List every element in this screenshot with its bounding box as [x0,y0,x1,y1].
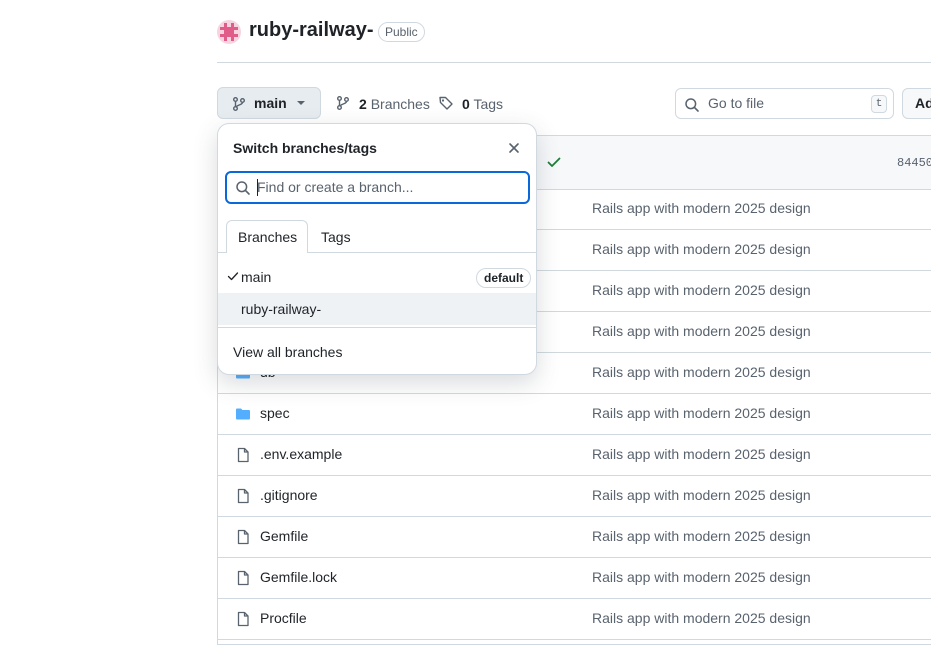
branches-label: Branches [370,96,430,112]
dropdown-title: Switch branches/tags [233,140,377,156]
file-icon [237,611,249,627]
commit-message[interactable]: Rails app with modern 2025 design [592,528,811,544]
file-icon [237,529,249,545]
branch-selector-label: main [254,95,287,111]
file-name[interactable]: .gitignore [260,487,318,503]
repo-owner-avatar[interactable] [217,20,241,44]
branch-item-main[interactable]: main default [218,261,536,293]
tab-tags[interactable]: Tags [321,229,351,245]
add-file-label: Ad [915,95,931,111]
branches-link[interactable]: 2 Branches [359,94,430,114]
commit-message[interactable]: Rails app with modern 2025 design [592,487,811,503]
file-name[interactable]: Procfile [260,610,307,626]
tab-branches-label: Branches [238,229,298,245]
close-icon[interactable] [502,136,526,160]
go-to-file-placeholder: Go to file [708,95,765,111]
file-icon [237,570,249,586]
search-icon [236,181,250,195]
commit-message[interactable]: Rails app with modern 2025 design [592,610,811,626]
text-cursor [257,179,258,196]
file-name[interactable]: spec [260,405,290,421]
search-icon [685,98,699,112]
file-name[interactable]: Gemfile.lock [260,569,337,585]
commit-message[interactable]: Rails app with modern 2025 design [592,200,811,216]
table-row[interactable]: Gemfile Rails app with modern 2025 design [218,517,931,558]
view-all-branches-link[interactable]: View all branches [233,344,342,360]
table-row[interactable]: .env.example Rails app with modern 2025 d… [218,435,931,476]
commit-message[interactable]: Rails app with modern 2025 design [592,364,811,380]
caret-down-icon [297,101,305,105]
default-badge: default [476,268,532,288]
commit-message[interactable]: Rails app with modern 2025 design [592,446,811,462]
commit-message[interactable]: Rails app with modern 2025 design [592,405,811,421]
commit-message[interactable]: Rails app with modern 2025 design [592,282,811,298]
file-icon [237,488,249,504]
branch-name: main [241,269,272,285]
shortcut-key: t [871,95,887,113]
table-row[interactable]: .gitignore Rails app with modern 2025 des… [218,476,931,517]
tags-label: Tags [473,96,504,112]
branch-selector-button[interactable]: main [217,87,321,119]
branch-search-input[interactable]: Find or create a branch... [225,171,530,204]
go-to-file-input[interactable]: Go to file t [675,88,894,119]
tags-count: 0 [462,96,470,112]
file-name[interactable]: Gemfile [260,528,308,544]
table-row[interactable]: Procfile Rails app with modern 2025 desig… [218,599,931,640]
commit-message[interactable]: Rails app with modern 2025 design [592,323,811,339]
add-file-button[interactable]: Ad [902,88,931,119]
commit-message[interactable]: Rails app with modern 2025 design [592,241,811,257]
branch-name: ruby-railway- [241,301,322,317]
header-divider [217,62,931,63]
branch-switcher-dropdown: Switch branches/tags Find or create a br… [217,123,537,375]
commit-sha[interactable]: 84450c [897,156,931,170]
visibility-badge: Public [378,22,425,42]
branch-item-ruby-railway[interactable]: ruby-railway- [218,293,536,325]
commit-message[interactable]: Rails app with modern 2025 design [592,569,811,585]
table-row[interactable]: spec Rails app with modern 2025 design [218,394,931,435]
table-row[interactable]: Gemfile.lock Rails app with modern 2025 d… [218,558,931,599]
tag-icon [439,96,453,110]
git-branch-icon [337,96,349,110]
branch-search-placeholder: Find or create a branch... [257,179,414,195]
tab-branches[interactable]: Branches [226,220,308,253]
check-icon [227,272,239,281]
git-branch-icon [233,97,245,111]
check-icon[interactable] [546,154,562,170]
repo-name[interactable]: ruby-railway- [249,19,373,42]
file-name[interactable]: .env.example [260,446,342,462]
tags-link[interactable]: 0 Tags [462,94,503,114]
dropdown-divider [218,327,536,328]
branches-count: 2 [359,96,367,112]
folder-icon [236,408,250,420]
file-icon [237,447,249,463]
